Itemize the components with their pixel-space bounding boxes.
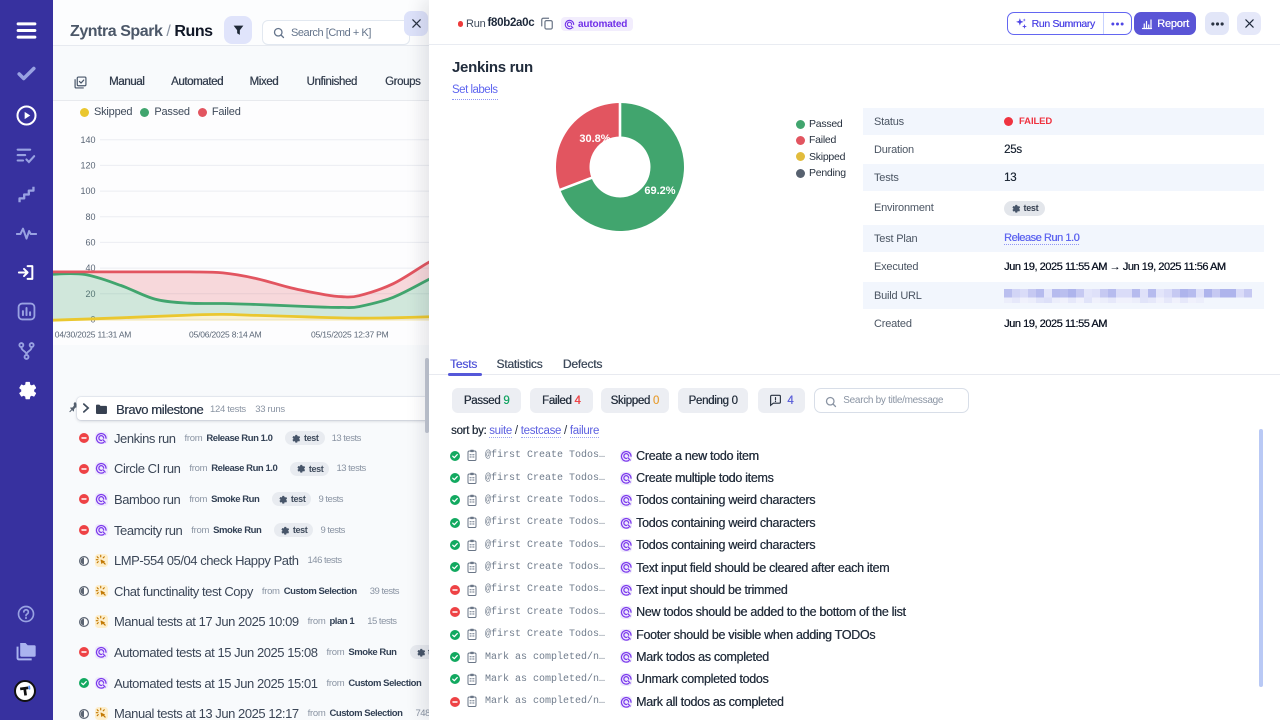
- svg-text:120: 120: [80, 161, 95, 171]
- svg-text:05/06/2025 8:14 AM: 05/06/2025 8:14 AM: [189, 330, 262, 340]
- svg-text:60: 60: [85, 238, 95, 248]
- svg-text:69.2%: 69.2%: [644, 185, 675, 197]
- svg-text:80: 80: [85, 212, 95, 222]
- svg-text:140: 140: [80, 135, 95, 145]
- svg-text:05/15/2025 12:37 PM: 05/15/2025 12:37 PM: [311, 330, 389, 340]
- svg-text:100: 100: [80, 186, 95, 196]
- svg-text:30.8%: 30.8%: [579, 133, 610, 145]
- svg-text:04/30/2025 11:31 AM: 04/30/2025 11:31 AM: [55, 330, 132, 340]
